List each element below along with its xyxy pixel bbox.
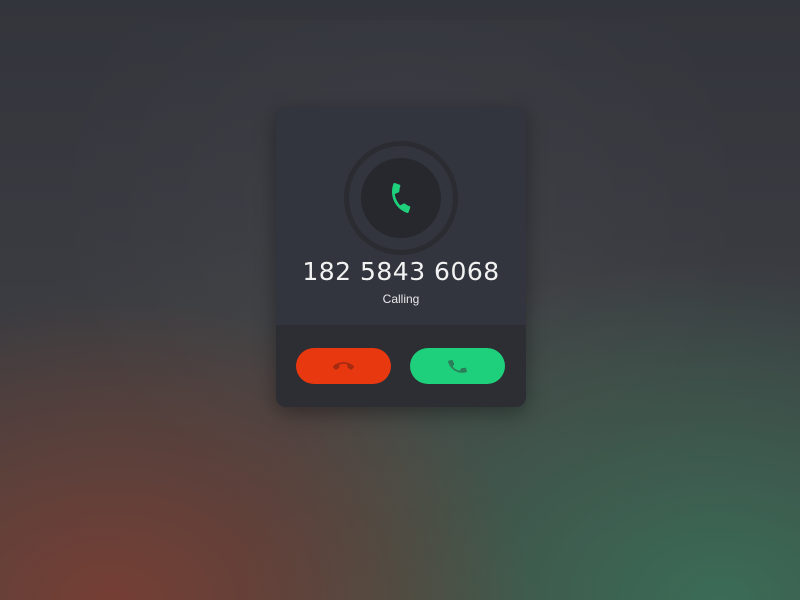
incoming-call-dialog: 182 5843 6068 Calling [276, 107, 526, 407]
call-status: Calling [382, 292, 420, 306]
call-info-panel: 182 5843 6068 Calling [276, 107, 526, 325]
phone-icon-glyph [448, 359, 467, 373]
accept-button[interactable] [410, 348, 505, 384]
phone-icon [392, 182, 411, 214]
hang-up-icon [333, 362, 354, 370]
call-actions-bar [276, 325, 526, 407]
decline-button[interactable] [296, 348, 391, 384]
phone-icon [448, 359, 467, 373]
hang-up-icon-glyph [333, 362, 354, 370]
phone-icon-glyph [392, 182, 411, 214]
phone-number: 182 5843 6068 [302, 257, 500, 286]
